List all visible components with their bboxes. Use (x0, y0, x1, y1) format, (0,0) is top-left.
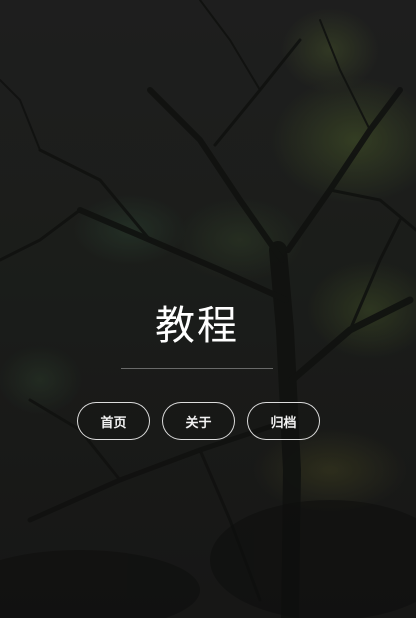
page-title: 教程 (155, 303, 239, 349)
nav-archive-button[interactable]: 归档 (247, 402, 320, 440)
hero-banner: 教程 首页 关于 归档 (0, 0, 416, 618)
nav-home-button[interactable]: 首页 (77, 402, 150, 440)
hero-content: 教程 首页 关于 归档 (0, 0, 416, 618)
nav-about-button[interactable]: 关于 (162, 402, 235, 440)
title-divider (121, 368, 273, 369)
main-nav: 首页 关于 归档 (77, 402, 320, 440)
